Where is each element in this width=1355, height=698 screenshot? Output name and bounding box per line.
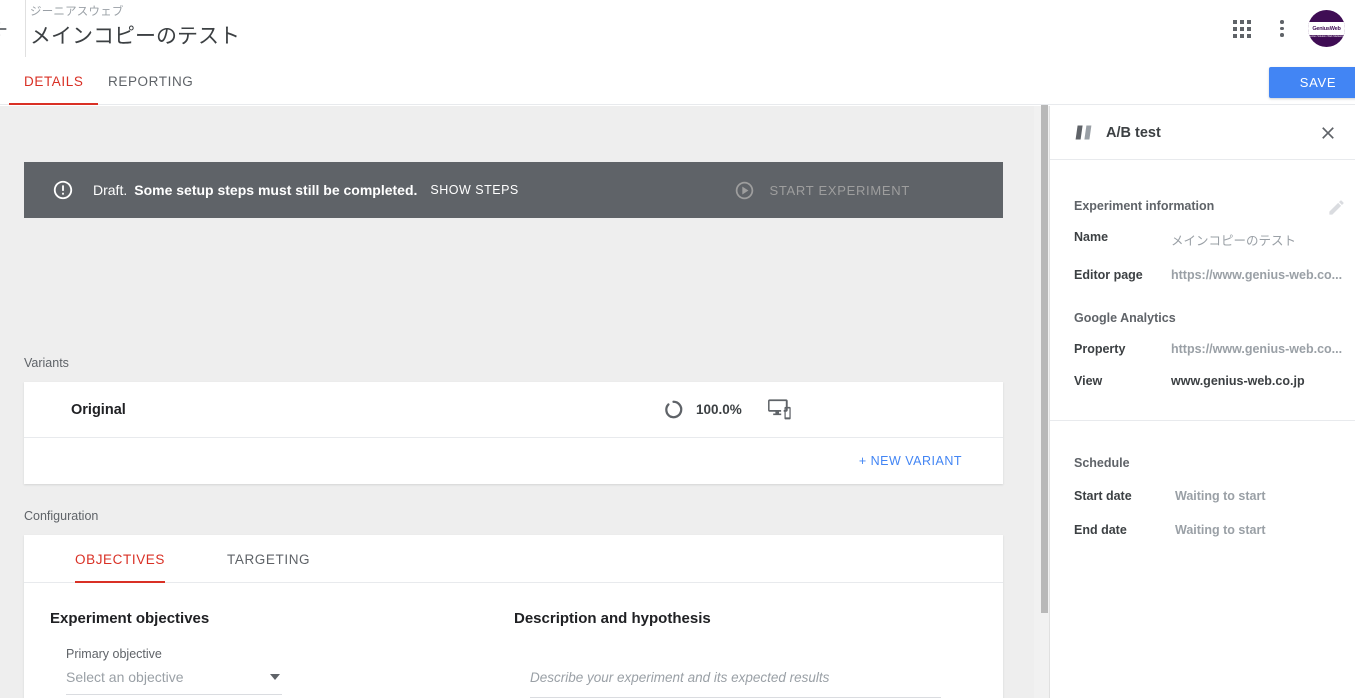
configuration-card: OBJECTIVES TARGETING Experiment objectiv… (24, 535, 1003, 698)
tab-objectives-label: OBJECTIVES (75, 551, 166, 567)
save-button[interactable]: SAVE (1269, 67, 1355, 98)
new-variant-button[interactable]: + NEW VARIANT (859, 454, 962, 468)
desktop-mobile-icon[interactable] (767, 399, 791, 420)
sidebar-value-property: https://www.genius-web.co... (1171, 342, 1343, 356)
main-content: Draft. Some setup steps must still be co… (0, 106, 1049, 698)
avatar-sublabel: Genius Solution Web Marketing (1308, 35, 1345, 38)
tab-objectives[interactable]: OBJECTIVES (75, 535, 166, 583)
sidebar-value-end-date: Waiting to start (1175, 523, 1266, 537)
sidebar-header: A/B test (1050, 106, 1355, 160)
tab-details[interactable]: DETAILS (9, 57, 99, 105)
sidebar-value-view: www.genius-web.co.jp (1171, 374, 1305, 388)
avatar-label: GeniusWeb (1312, 25, 1341, 32)
primary-objective-label: Primary objective (66, 647, 162, 661)
avatar[interactable]: GeniusWeb Genius Solution Web Marketing (1308, 10, 1345, 47)
sidebar-key-name: Name (1074, 230, 1109, 244)
sidebar-value-start-date: Waiting to start (1175, 489, 1266, 503)
configuration-section-label: Configuration (24, 509, 99, 523)
schedule-heading: Schedule (1074, 456, 1130, 470)
tab-reporting-label: REPORTING (108, 73, 194, 89)
tab-targeting-label: TARGETING (227, 551, 311, 567)
apps-grid-glyph (1233, 19, 1251, 38)
start-experiment-label: START EXPERIMENT (769, 182, 910, 198)
tabs-row: DETAILS REPORTING (0, 57, 1355, 105)
breadcrumb: ジーニアスウェブ (30, 6, 124, 18)
ab-test-sidebar: A/B test Experiment information Name メイン… (1049, 106, 1355, 698)
sidebar-key-end-date: End date (1074, 523, 1127, 537)
more-vert-icon[interactable] (1262, 9, 1302, 49)
variants-card: Original 100.0% + NEW VARIANT (24, 382, 1003, 484)
sidebar-value-editor-page: https://www.genius-web.co... (1171, 268, 1343, 282)
sidebar-title: A/B test (1106, 124, 1161, 141)
experiment-information-heading: Experiment information (1074, 199, 1215, 213)
page-title: メインコピーのテスト (30, 25, 240, 48)
description-input[interactable]: Describe your experiment and its expecte… (530, 669, 941, 698)
primary-objective-select[interactable]: Select an objective (66, 669, 282, 695)
tab-details-label: DETAILS (24, 73, 84, 89)
app-root: ジーニアスウェブ メインコピーのテスト GeniusWeb Genius Sol… (0, 0, 1355, 698)
start-experiment-button[interactable]: START EXPERIMENT (734, 180, 910, 201)
edit-pencil-icon[interactable] (1323, 194, 1349, 220)
tab-reporting[interactable]: REPORTING (93, 57, 208, 105)
tab-active-underline (9, 102, 99, 105)
description-placeholder: Describe your experiment and its expecte… (530, 670, 830, 685)
sidebar-key-start-date: Start date (1074, 489, 1132, 503)
avatar-band: GeniusWeb (1308, 22, 1345, 35)
sidebar-divider (1050, 420, 1355, 421)
sidebar-key-view: View (1074, 374, 1103, 388)
primary-objective-value: Select an objective (66, 669, 184, 685)
show-steps-button[interactable]: SHOW STEPS (430, 183, 518, 197)
arrow-back-icon[interactable] (0, 16, 12, 42)
sidebar-value-name: メインコピーのテスト (1171, 234, 1297, 248)
banner-status: Draft. (93, 182, 128, 198)
ab-test-icon (1075, 125, 1094, 140)
description-hypothesis-heading: Description and hypothesis (514, 610, 711, 627)
variant-meta: 100.0% (663, 399, 791, 420)
variant-row[interactable]: Original 100.0% (24, 382, 1003, 438)
tab-targeting[interactable]: TARGETING (227, 535, 310, 583)
new-variant-row: + NEW VARIANT (24, 438, 1003, 483)
close-icon[interactable] (1314, 119, 1342, 147)
google-analytics-heading: Google Analytics (1074, 311, 1176, 325)
variants-section-label: Variants (24, 356, 69, 370)
donut-chart-icon (663, 399, 684, 420)
sidebar-key-editor-page: Editor page (1074, 268, 1143, 282)
variant-name: Original (71, 401, 126, 418)
more-vert-glyph (1280, 20, 1284, 37)
sidebar-key-property: Property (1074, 342, 1126, 356)
play-circle-outline-icon (734, 180, 755, 201)
content-scroll-thumb[interactable] (1041, 105, 1048, 613)
apps-grid-icon[interactable] (1222, 9, 1262, 49)
draft-status-banner: Draft. Some setup steps must still be co… (24, 162, 1003, 218)
experiment-objectives-heading: Experiment objectives (50, 610, 210, 627)
top-bar-divider (25, 0, 26, 57)
config-tab-underline (75, 580, 166, 583)
variant-weight: 100.0% (696, 402, 742, 417)
configuration-tabs: OBJECTIVES TARGETING (24, 535, 1003, 583)
top-bar-actions: GeniusWeb Genius Solution Web Marketing (1222, 0, 1345, 57)
chevron-down-icon (270, 674, 280, 680)
error-outline-icon (52, 179, 74, 201)
banner-message: Some setup steps must still be completed… (134, 182, 418, 198)
title-block: ジーニアスウェブ メインコピーのテスト (30, 4, 240, 52)
top-bar: ジーニアスウェブ メインコピーのテスト GeniusWeb Genius Sol… (0, 0, 1355, 57)
